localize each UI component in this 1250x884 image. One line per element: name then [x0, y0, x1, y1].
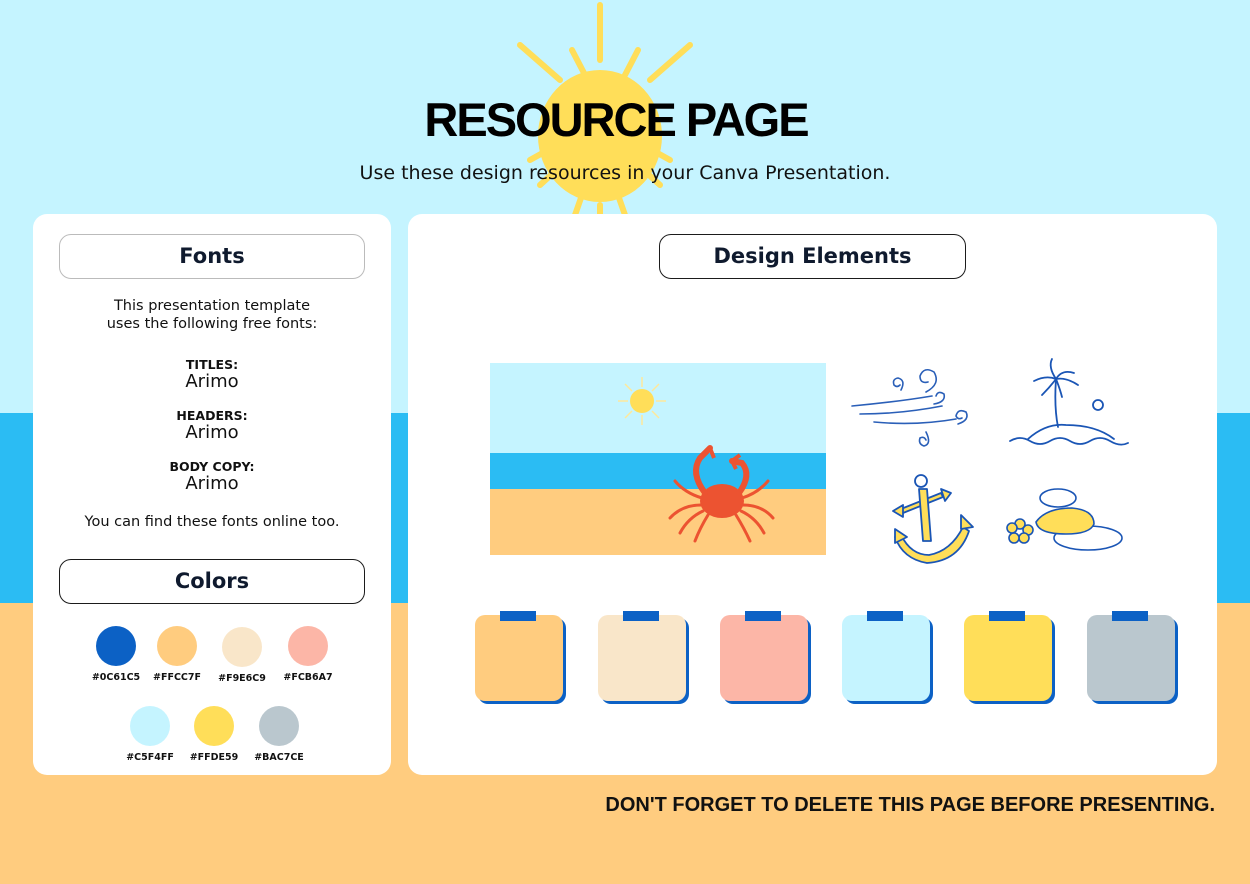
- sticky-note-face: [475, 615, 563, 701]
- font-group-label: HEADERS:: [176, 408, 248, 423]
- colors-heading: Colors: [59, 559, 365, 604]
- sticky-note-tape: [1112, 611, 1148, 621]
- color-dot: [130, 706, 170, 746]
- color-swatch: #FCB6A7: [266, 626, 350, 683]
- color-hex: #FCB6A7: [283, 672, 333, 683]
- fonts-intro-line-2: uses the following free fonts:: [106, 316, 318, 332]
- delete-reminder: DON'T FORGET TO DELETE THIS PAGE BEFORE …: [605, 794, 1215, 816]
- color-dot: [259, 706, 299, 746]
- sticky-note-face: [1087, 615, 1175, 701]
- palm-island-icon[interactable]: [1006, 357, 1136, 452]
- color-dot: [288, 626, 328, 666]
- fonts-intro: This presentation template uses the foll…: [33, 297, 391, 333]
- sticky-note-tape: [989, 611, 1025, 621]
- font-group-name: Arimo: [185, 371, 239, 392]
- font-group-titles: TITLES: Arimo: [33, 358, 391, 392]
- sticky-note-face: [720, 615, 808, 701]
- fonts-heading: Fonts: [59, 234, 365, 279]
- sun-icon: [618, 377, 666, 425]
- color-dot: [157, 626, 197, 666]
- color-dot: [222, 627, 262, 667]
- sticky-note[interactable]: [598, 611, 689, 705]
- font-group-label: BODY COPY:: [169, 459, 255, 474]
- color-swatch: #BAC7CE: [237, 706, 321, 763]
- sticky-note-face: [598, 615, 686, 701]
- beach-crab-scene[interactable]: [490, 363, 826, 555]
- sticky-note-tape: [623, 611, 659, 621]
- sticky-note[interactable]: [842, 611, 933, 705]
- sticky-note[interactable]: [964, 611, 1055, 705]
- color-dot: [96, 626, 136, 666]
- sticky-note-tape: [500, 611, 536, 621]
- page-title: RESOURCE PAGE: [424, 93, 809, 146]
- fonts-colors-card: Fonts This presentation template uses th…: [33, 214, 391, 775]
- sticky-note[interactable]: [720, 611, 811, 705]
- sticky-note-face: [964, 615, 1052, 701]
- font-group-body-copy: BODY COPY: Arimo: [33, 460, 391, 494]
- sticky-note-face: [842, 615, 930, 701]
- stones-flower-icon[interactable]: [1006, 486, 1136, 581]
- anchor-icon[interactable]: [874, 471, 1004, 566]
- color-dot: [194, 706, 234, 746]
- font-group-name: Arimo: [185, 422, 239, 443]
- fonts-outro: You can find these fonts online too.: [84, 514, 340, 530]
- font-group-name: Arimo: [185, 473, 239, 494]
- color-hex: #BAC7CE: [254, 752, 304, 763]
- sticky-note[interactable]: [475, 611, 566, 705]
- fonts-intro-line-1: This presentation template: [113, 298, 311, 314]
- design-elements-heading: Design Elements: [659, 234, 966, 279]
- design-elements-card: Design Elements: [408, 214, 1217, 775]
- sticky-note-tape: [867, 611, 903, 621]
- wind-swirls-icon[interactable]: [846, 364, 976, 459]
- font-group-headers: HEADERS: Arimo: [33, 409, 391, 443]
- page-subtitle: Use these design resources in your Canva…: [359, 162, 891, 184]
- sticky-note[interactable]: [1087, 611, 1178, 705]
- font-group-label: TITLES:: [185, 357, 239, 372]
- sticky-note-tape: [745, 611, 781, 621]
